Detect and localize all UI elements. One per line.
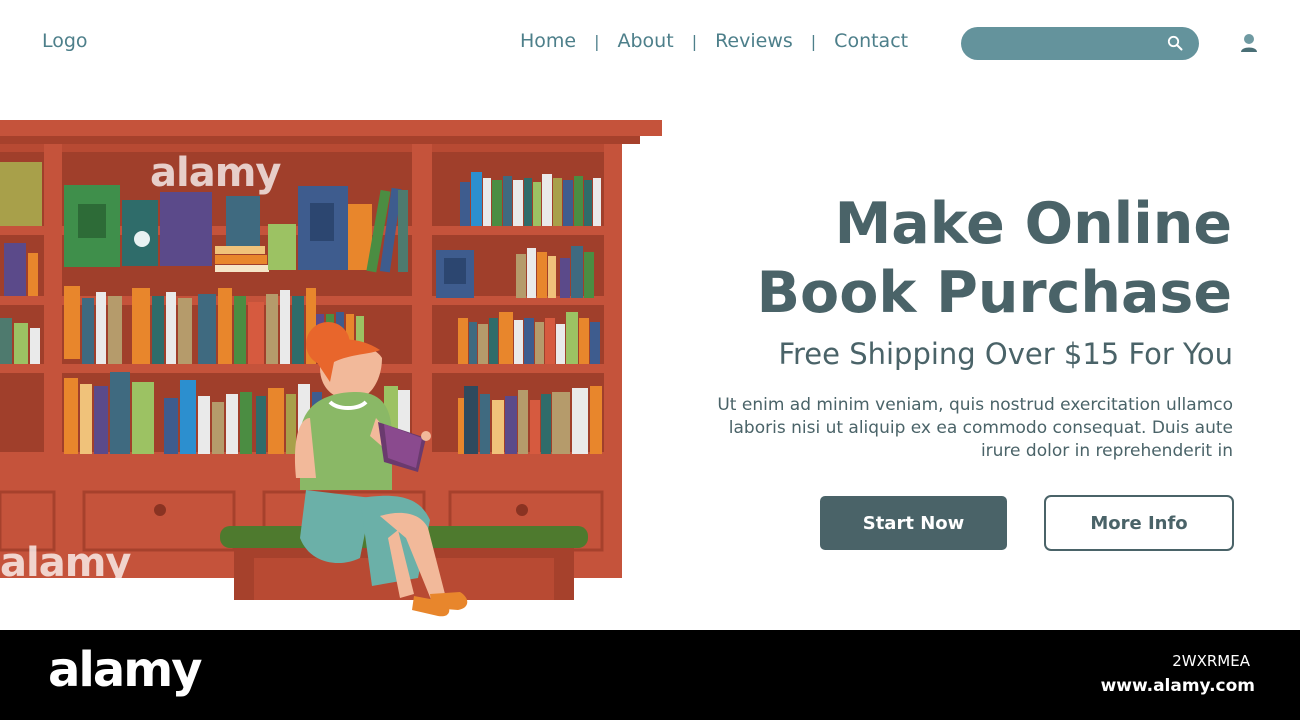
- watermark-image-id: 2WXRMEA: [1172, 652, 1250, 670]
- start-now-button[interactable]: Start Now: [820, 496, 1007, 550]
- nav-separator: |: [810, 31, 817, 51]
- nav-separator: |: [691, 31, 698, 51]
- hero-title-line: Book Purchase: [756, 260, 1232, 326]
- watermark-logo: alamy: [48, 642, 203, 698]
- nav-separator: |: [594, 31, 600, 51]
- watermark-strip: alamy 2WXRMEA www.alamy.com: [0, 630, 1300, 720]
- user-icon[interactable]: [1240, 33, 1258, 53]
- nav-contact[interactable]: Contact: [834, 30, 908, 52]
- logo[interactable]: Logo: [42, 30, 88, 52]
- watermark-overlay: alamy: [0, 540, 131, 586]
- search-input[interactable]: [961, 27, 1199, 60]
- watermark-overlay: alamy: [150, 150, 281, 196]
- nav-home[interactable]: Home: [520, 30, 576, 52]
- watermark-url: www.alamy.com: [1100, 676, 1255, 696]
- more-info-button[interactable]: More Info: [1044, 495, 1234, 551]
- landing-page: Logo Home | About | Reviews | Contact Ma…: [0, 0, 1300, 630]
- hero-title-line: Make Online: [834, 191, 1232, 257]
- hero-title: Make Online Book Purchase: [757, 190, 1232, 328]
- nav-reviews[interactable]: Reviews: [715, 30, 793, 52]
- nav-about[interactable]: About: [618, 30, 674, 52]
- main-nav: Home | About | Reviews | Contact: [520, 30, 908, 52]
- search-icon[interactable]: [1167, 35, 1183, 51]
- hero-description: Ut enim ad minim veniam, quis nostrud ex…: [717, 395, 1233, 461]
- hero-subtitle: Free Shipping Over $15 For You: [778, 337, 1233, 371]
